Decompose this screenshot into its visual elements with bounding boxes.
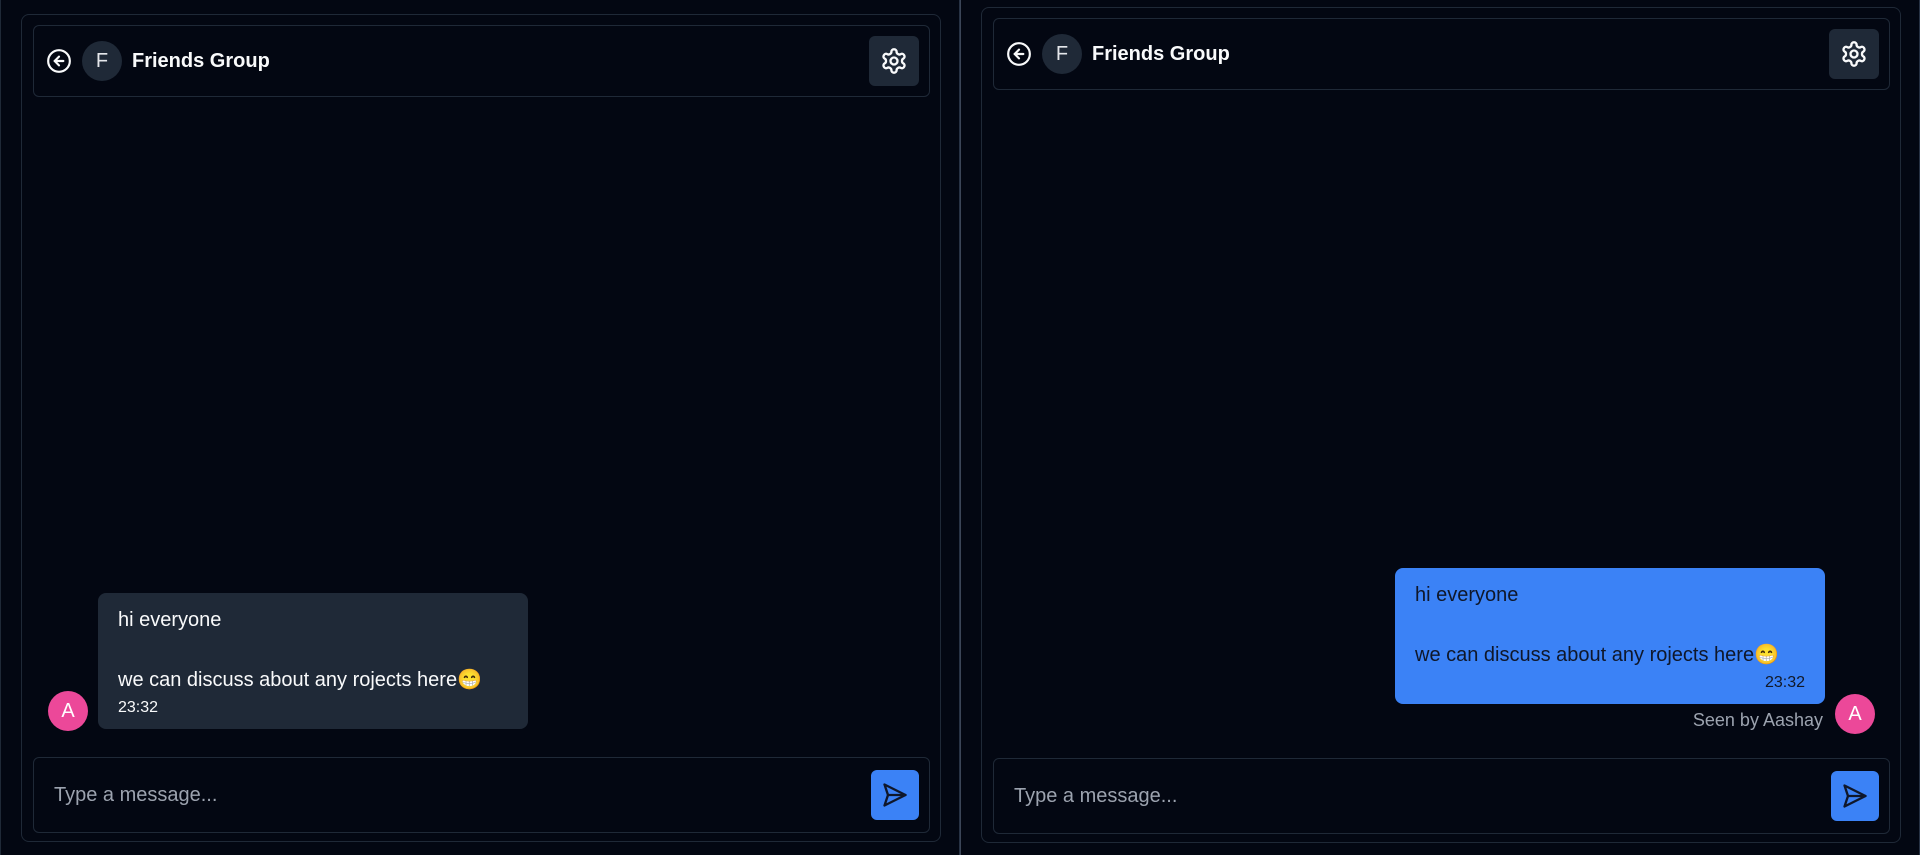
seen-receipt: Seen by Aashay	[1692, 710, 1823, 730]
group-name: Friends Group	[132, 49, 270, 72]
send-button[interactable]	[1831, 771, 1879, 821]
settings-button[interactable]	[869, 36, 919, 86]
message-bubble-received: hi everyone we can discuss about any roj…	[98, 593, 528, 729]
message-timestamp: 23:32	[118, 699, 159, 716]
back-button[interactable]	[44, 46, 74, 76]
chat-header: F Friends Group	[33, 25, 930, 97]
group-name: Friends Group	[1092, 42, 1230, 65]
message-spacer	[1415, 610, 1805, 640]
gear-icon	[1842, 41, 1866, 67]
message-bubble-sent: hi everyone we can discuss about any roj…	[1395, 568, 1825, 704]
message-timestamp: 23:32	[1764, 674, 1805, 691]
chat-header: F Friends Group	[993, 18, 1890, 90]
back-button[interactable]	[1004, 39, 1034, 69]
group-avatar: F	[1042, 34, 1082, 74]
message-spacer	[118, 635, 508, 665]
arrow-left-circle-icon	[47, 49, 71, 73]
chat-panel: F Friends Group A hi everyone we can dis…	[21, 14, 941, 842]
send-icon	[883, 783, 907, 807]
chat-window-right: F Friends Group hi everyone we can discu…	[960, 0, 1920, 855]
message-composer	[33, 757, 930, 833]
send-icon	[1843, 784, 1867, 808]
send-button[interactable]	[871, 770, 919, 820]
sender-avatar: A	[1835, 694, 1875, 734]
message-line: we can discuss about any rojects here😁	[1415, 644, 1779, 666]
arrow-left-circle-icon	[1007, 42, 1031, 66]
message-line: we can discuss about any rojects here😁	[118, 669, 482, 691]
chat-panel: F Friends Group hi everyone we can discu…	[981, 7, 1901, 843]
settings-button[interactable]	[1829, 29, 1879, 79]
group-avatar: F	[82, 41, 122, 81]
message-line: hi everyone	[118, 609, 222, 631]
message-input[interactable]	[1012, 783, 1831, 809]
message-composer	[993, 758, 1890, 834]
sender-avatar: A	[48, 691, 88, 731]
gear-icon	[882, 48, 906, 74]
chat-window-left: F Friends Group A hi everyone we can dis…	[0, 0, 960, 855]
message-line: hi everyone	[1415, 584, 1519, 606]
message-input[interactable]	[52, 782, 871, 808]
